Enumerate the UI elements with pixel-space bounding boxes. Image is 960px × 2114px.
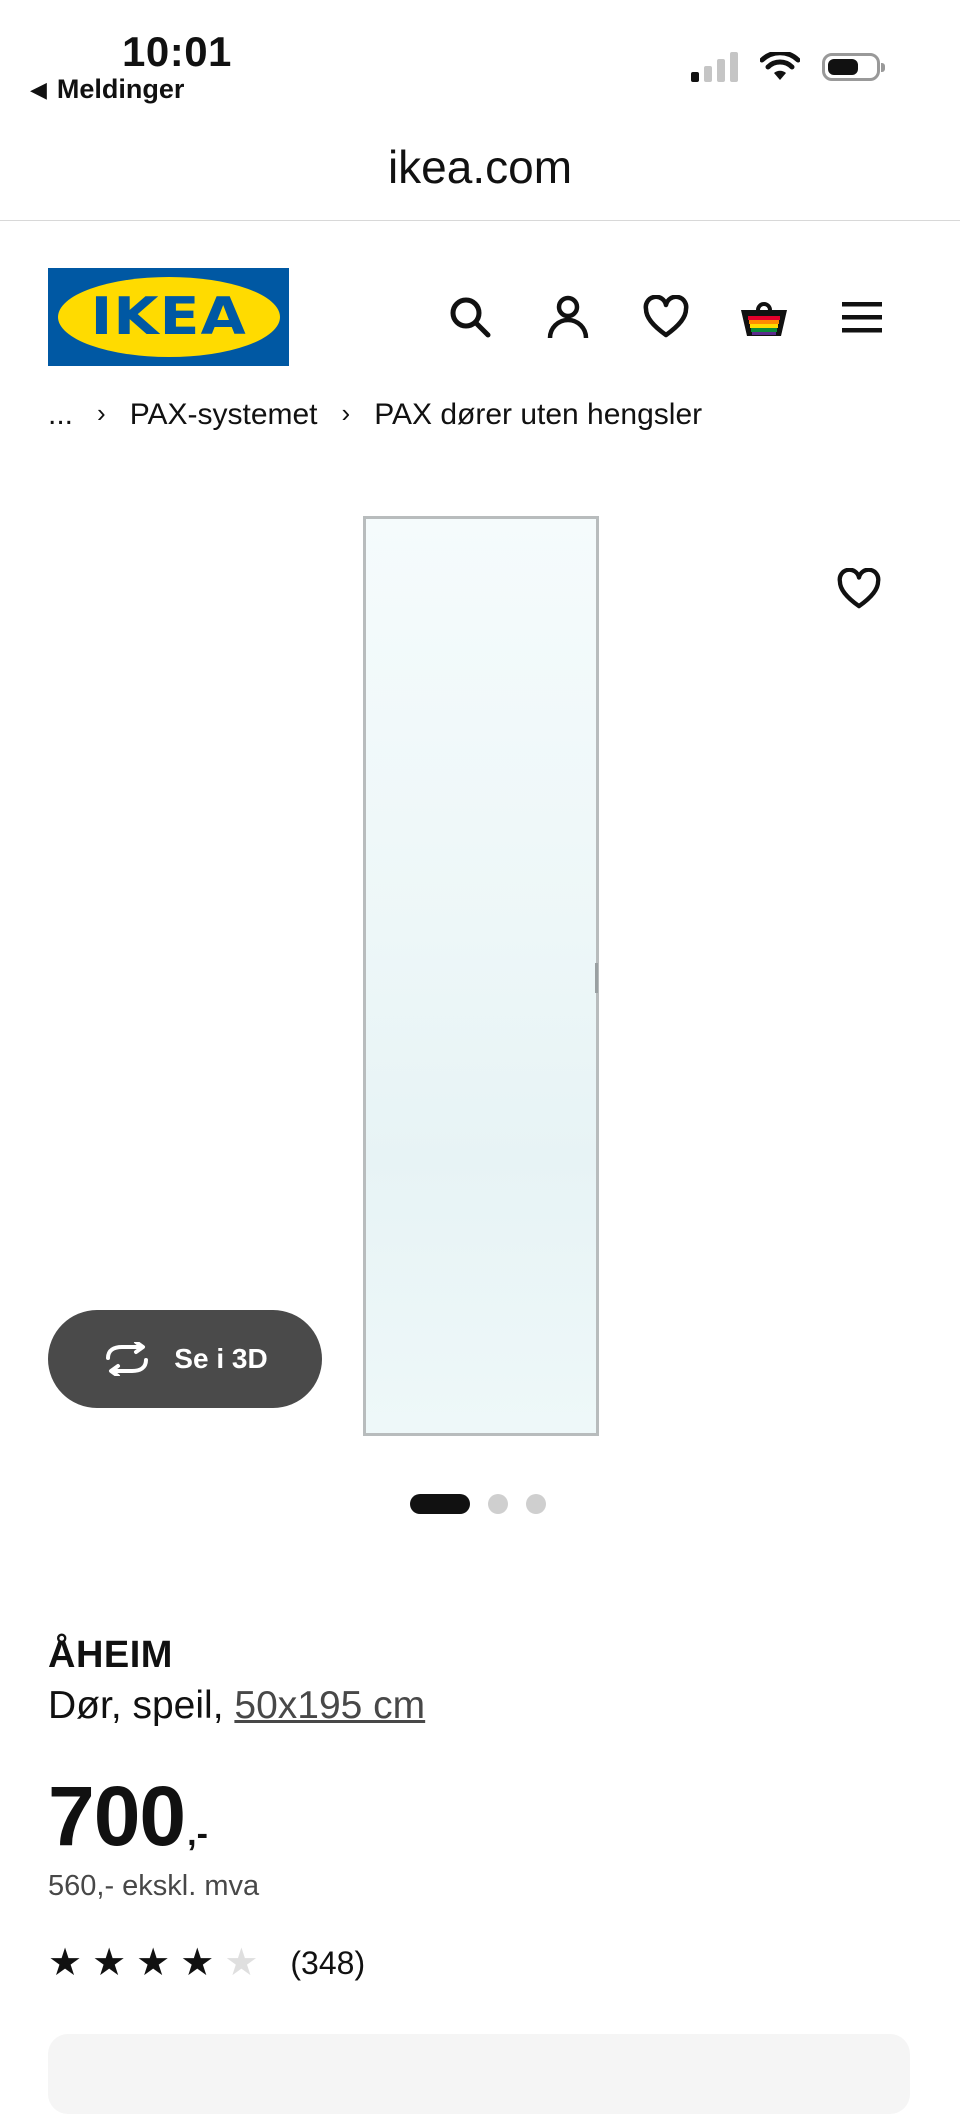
header-icons <box>0 290 960 344</box>
review-count[interactable]: (348) <box>290 1945 365 1982</box>
star-filled-icon: ★ <box>48 1942 83 1984</box>
signal-icon <box>691 52 738 82</box>
view-in-3d-button[interactable]: Se i 3D <box>48 1310 322 1408</box>
product-size-link[interactable]: 50x195 cm <box>234 1684 425 1727</box>
breadcrumb: ... › PAX-systemet › PAX dører uten heng… <box>48 392 702 432</box>
rotate-3d-icon <box>106 1342 149 1376</box>
status-icons <box>691 52 885 82</box>
back-app-label: Meldinger <box>56 74 185 104</box>
gallery-dot-1[interactable] <box>410 1494 470 1514</box>
battery-icon <box>822 53 885 81</box>
product-description: Dør, speil, 50x195 cm <box>48 1684 425 1728</box>
back-to-app-button[interactable]: ◀ Meldinger <box>30 74 184 105</box>
basket-icon[interactable] <box>737 290 791 344</box>
gallery-dot-3[interactable] <box>526 1494 546 1514</box>
star-empty-icon: ★ <box>224 1942 259 1984</box>
chevron-right-icon: › <box>97 398 106 428</box>
address-bar[interactable]: ikea.com <box>0 140 960 194</box>
bottom-info-card[interactable] <box>48 2034 910 2114</box>
wifi-icon <box>760 52 800 80</box>
back-triangle-icon: ◀ <box>30 76 47 102</box>
gallery-pagination <box>410 1494 546 1514</box>
product-image-mirror-door[interactable] <box>363 516 599 1436</box>
product-rating[interactable]: ★ ★ ★ ★ ★ (348) <box>48 1944 365 1982</box>
product-price: 700 ,- <box>48 1768 208 1865</box>
address-bar-divider <box>0 220 960 221</box>
add-to-favorites-icon[interactable] <box>836 567 892 624</box>
gallery-dot-2[interactable] <box>488 1494 508 1514</box>
star-filled-icon: ★ <box>180 1942 215 1984</box>
account-icon[interactable] <box>541 290 595 344</box>
mirror-hinge-mark <box>595 963 598 993</box>
price-value: 700 <box>48 1769 186 1863</box>
search-icon[interactable] <box>443 290 497 344</box>
chevron-right-icon: › <box>341 398 351 428</box>
price-ex-vat: 560,- ekskl. mva <box>48 1870 260 1902</box>
breadcrumb-ellipsis[interactable]: ... <box>48 398 73 432</box>
product-name: ÅHEIM <box>48 1634 173 1676</box>
favorites-icon[interactable] <box>639 290 693 344</box>
menu-icon[interactable] <box>835 290 889 344</box>
product-type: Dør, speil, <box>48 1684 224 1727</box>
status-time: 10:01 <box>122 28 232 75</box>
breadcrumb-pax-doors[interactable]: PAX dører uten hengsler <box>374 398 702 432</box>
breadcrumb-pax-systemet[interactable]: PAX-systemet <box>130 398 318 432</box>
star-filled-icon: ★ <box>136 1942 171 1984</box>
price-suffix: ,- <box>187 1815 208 1853</box>
star-filled-icon: ★ <box>92 1942 127 1984</box>
view-in-3d-label: Se i 3D <box>174 1343 268 1374</box>
